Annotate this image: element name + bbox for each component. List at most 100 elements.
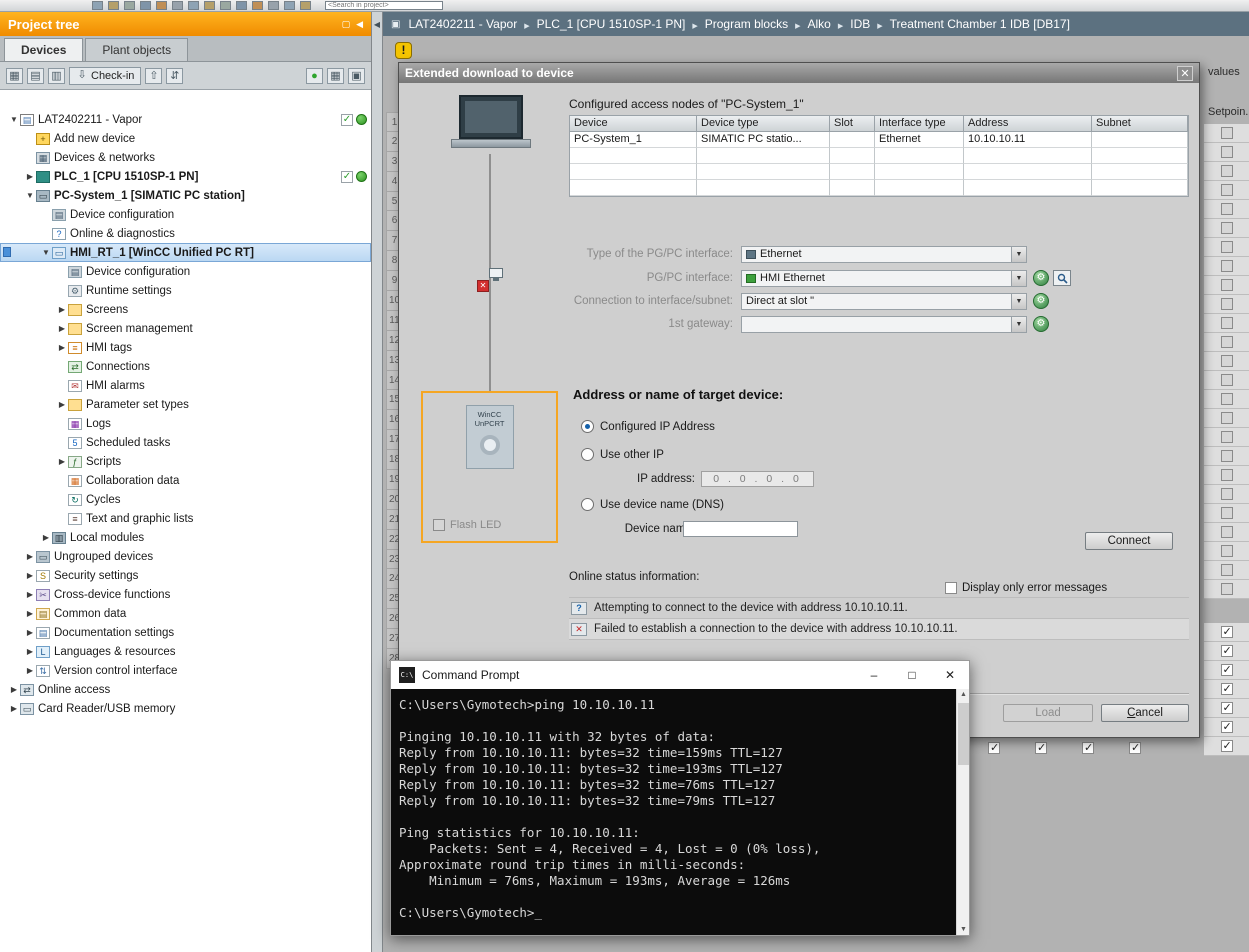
expander-icon[interactable]: ▶ [24, 628, 36, 637]
breadcrumb-item[interactable]: Alko [808, 17, 831, 31]
tree-item-screens[interactable]: ▶ Screens [0, 300, 371, 319]
checkbox-checked-icon[interactable] [1035, 741, 1047, 754]
table-view-icon[interactable]: ▦ [327, 67, 344, 84]
checkbox-checked-icon[interactable] [1220, 663, 1233, 676]
expander-icon[interactable]: ▶ [24, 552, 36, 561]
checkbox-icon[interactable] [1220, 165, 1233, 177]
online-status-icon[interactable]: ● [306, 67, 323, 84]
tree-item-plc-1-cpu-1510sp-1-pn[interactable]: ▶ PLC_1 [CPU 1510SP-1 PN] ✓ [0, 167, 371, 186]
checkbox-icon[interactable] [1220, 374, 1233, 386]
tree-item-logs[interactable]: ▦ Logs [0, 414, 371, 433]
tree-item-hmi-rt-1-wincc-unified-pc-rt[interactable]: ▼ ▭ HMI_RT_1 [WinCC Unified PC RT] [0, 243, 371, 262]
radio-configured-ip[interactable]: Configured IP Address [581, 420, 715, 433]
checkbox-icon[interactable] [1220, 412, 1233, 424]
tree-item-documentation-settings[interactable]: ▶ ▤ Documentation settings [0, 623, 371, 642]
expander-icon[interactable]: ▶ [24, 590, 36, 599]
radio-device-name-dns[interactable]: Use device name (DNS) [581, 498, 724, 511]
expander-icon[interactable]: ▶ [56, 457, 68, 466]
cut-icon[interactable] [124, 1, 135, 10]
dropdown-arrow-icon[interactable]: ▼ [1011, 270, 1026, 286]
tree-item-lat2402211-vapor[interactable]: ▼ ▤ LAT2402211 - Vapor ✓ [0, 110, 371, 129]
table-row[interactable] [570, 164, 1188, 180]
project-search-input[interactable] [325, 1, 443, 10]
column-header[interactable]: Device type [697, 116, 830, 132]
tree-item-online-access[interactable]: ▶ ⇄ Online access [0, 680, 371, 699]
tab-plant-objects[interactable]: Plant objects [85, 38, 189, 61]
undo-icon[interactable] [172, 1, 183, 10]
column-header[interactable]: Device [570, 116, 697, 132]
checkbox-icon[interactable] [1220, 469, 1233, 481]
column-header[interactable]: Slot [830, 116, 875, 132]
checkbox-checked-icon[interactable] [1220, 701, 1233, 714]
expander-icon[interactable]: ▶ [56, 343, 68, 352]
tree-item-collaboration-data[interactable]: ▦ Collaboration data [0, 471, 371, 490]
tree-item-devices-networks[interactable]: ▦ Devices & networks [0, 148, 371, 167]
radio-button-icon[interactable] [581, 420, 594, 433]
tree-item-device-configuration[interactable]: ▤ Device configuration [0, 205, 371, 224]
table-row[interactable]: PC-System_1 SIMATIC PC statio... Ethernet 1… [570, 132, 1188, 148]
interface-properties-icon[interactable]: ⚙ [1033, 270, 1049, 286]
interface-type-select[interactable]: Ethernet ▼ [741, 245, 1027, 263]
checkbox-icon[interactable] [433, 519, 445, 531]
connect-button[interactable]: Connect [1085, 532, 1173, 550]
close-button[interactable]: ✕ [931, 661, 969, 689]
connection-subnet-select[interactable]: Direct at slot " ▼ [741, 292, 1027, 310]
gateway-select[interactable]: ▼ [741, 315, 1027, 333]
breadcrumb-item[interactable]: Treatment Chamber 1 IDB [DB17] [890, 17, 1070, 31]
tree-item-runtime-settings[interactable]: ⚙ Runtime settings [0, 281, 371, 300]
checkbox-icon[interactable] [1220, 507, 1233, 519]
sync-icon[interactable]: ⇵ [166, 67, 184, 84]
column-header[interactable]: Address [964, 116, 1092, 132]
expander-icon[interactable]: ▶ [24, 609, 36, 618]
checkbox-icon[interactable] [1220, 222, 1233, 234]
tree-item-connections[interactable]: ⇄ Connections [0, 357, 371, 376]
tree-item-card-reader-usb-memory[interactable]: ▶ ▭ Card Reader/USB memory [0, 699, 371, 718]
tree-item-hmi-tags[interactable]: ▶ ≡ HMI tags [0, 338, 371, 357]
radio-other-ip[interactable]: Use other IP [581, 448, 664, 461]
checkout-icon[interactable]: ⇧ [145, 67, 163, 84]
terminal-text[interactable]: C:\Users\Gymotech>ping 10.10.10.11 Pingi… [391, 689, 956, 935]
tree-item-pc-system-1-simatic-pc-station[interactable]: ▼ ▭ PC-System_1 [SIMATIC PC station] [0, 186, 371, 205]
tree-item-device-configuration[interactable]: ▤ Device configuration [0, 262, 371, 281]
tree-item-version-control-interface[interactable]: ▶ ⇅ Version control interface [0, 661, 371, 680]
filter-icon[interactable]: ▦ [6, 67, 23, 84]
column-header[interactable]: Interface type [875, 116, 964, 132]
radio-button-icon[interactable] [581, 498, 594, 511]
tree-item-local-modules[interactable]: ▶ ▥ Local modules [0, 528, 371, 547]
dropdown-arrow-icon[interactable]: ▼ [1011, 316, 1026, 332]
device-name-input[interactable] [683, 521, 798, 537]
tree-item-parameter-set-types[interactable]: ▶ Parameter set types [0, 395, 371, 414]
load-button[interactable]: Load [1003, 704, 1093, 722]
checkbox-checked-icon[interactable] [1220, 644, 1233, 657]
minimize-button[interactable]: – [855, 661, 893, 689]
flash-led-checkbox[interactable]: Flash LED [433, 519, 501, 531]
tree-item-add-new-device[interactable]: + Add new device [0, 129, 371, 148]
upload-from-device-icon[interactable] [236, 1, 247, 10]
tree-item-cross-device-functions[interactable]: ▶ ✂ Cross-device functions [0, 585, 371, 604]
table-row[interactable] [570, 148, 1188, 164]
save-project-icon[interactable] [92, 1, 103, 10]
checkbox-checked-icon[interactable] [1129, 741, 1141, 754]
gateway-properties-icon[interactable]: ⚙ [1033, 316, 1049, 332]
display-errors-checkbox[interactable]: Display only error messages [945, 582, 1107, 594]
checkbox-icon[interactable] [1220, 241, 1233, 253]
checkbox-icon[interactable] [1220, 450, 1233, 462]
paste-icon[interactable] [156, 1, 167, 10]
go-online-icon[interactable] [268, 1, 279, 10]
breadcrumb-item[interactable]: LAT2402211 - Vapor [408, 17, 517, 31]
checkbox-icon[interactable] [1220, 127, 1233, 139]
checkbox-icon[interactable] [1220, 488, 1233, 500]
expander-icon[interactable]: ▶ [8, 704, 20, 713]
terminal-scroll-thumb[interactable] [958, 703, 969, 765]
expander-icon[interactable]: ▶ [8, 685, 20, 694]
tree-item-ungrouped-devices[interactable]: ▶ ▭ Ungrouped devices [0, 547, 371, 566]
dialog-titlebar[interactable]: Extended download to device ✕ [399, 63, 1199, 83]
pg-pc-interface-select[interactable]: HMI Ethernet ▼ [741, 269, 1027, 287]
tree-item-online-diagnostics[interactable]: ? Online & diagnostics [0, 224, 371, 243]
expander-icon[interactable]: ▼ [40, 248, 52, 257]
print-icon[interactable] [108, 1, 119, 10]
terminal-scrollbar[interactable]: ▲ ▼ [956, 689, 969, 935]
checkbox-icon[interactable] [1220, 355, 1233, 367]
checkbox-icon[interactable] [1220, 260, 1233, 272]
expander-icon[interactable]: ▶ [40, 533, 52, 542]
